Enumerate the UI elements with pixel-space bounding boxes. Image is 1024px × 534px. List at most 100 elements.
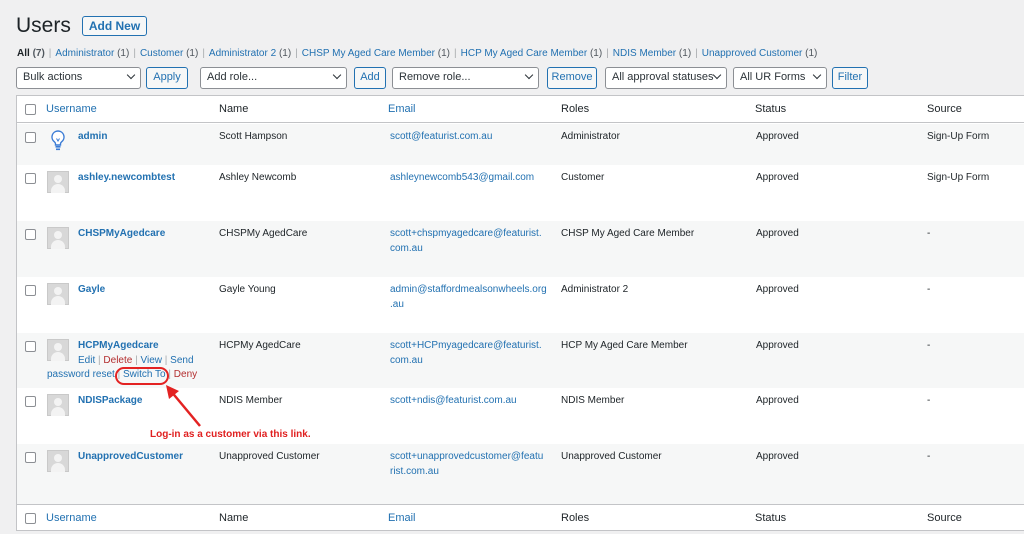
user-status: Approved <box>756 172 799 183</box>
username-link[interactable]: ashley.newcombtest <box>78 170 175 185</box>
chevron-down-icon <box>524 70 534 80</box>
add-new-button[interactable]: Add New <box>81 16 148 36</box>
user-role: Administrator <box>561 131 620 142</box>
username-link[interactable]: CHSPMyAgedcare <box>78 226 165 241</box>
user-source: - <box>927 228 931 239</box>
user-role: Customer <box>561 172 605 183</box>
user-source: Sign-Up Form <box>927 172 990 183</box>
add-role-select[interactable]: Add role... <box>200 67 347 89</box>
user-email-link[interactable]: ashleynewcomb543@gmail.com <box>390 170 555 185</box>
select-all-checkbox[interactable] <box>25 104 36 115</box>
send-password-reset-link[interactable]: Send <box>170 355 193 366</box>
username-link[interactable]: Gayle <box>78 282 105 297</box>
filter-label: Unapproved Customer <box>701 48 803 59</box>
table-row: Gayle Gayle Young admin@staffordmealsonwhe… <box>17 277 1024 333</box>
select-all-checkbox-footer[interactable] <box>25 513 36 524</box>
row-checkbox[interactable] <box>25 452 36 463</box>
user-email-link[interactable]: scott+ndis@featurist.com.au <box>390 393 555 408</box>
apply-button[interactable]: Apply <box>146 67 188 89</box>
filter-label: NDIS Member <box>612 48 677 59</box>
email-line: scott+HCPmyagedcare@featurist. <box>390 340 542 351</box>
username-link[interactable]: HCPMyAgedcare <box>78 338 159 353</box>
username-link[interactable]: NDISPackage <box>78 393 142 408</box>
lightbulb-icon <box>49 129 67 153</box>
row-checkbox[interactable] <box>25 396 36 407</box>
email-line: scott@featurist.com.au <box>390 131 493 142</box>
username-link[interactable]: admin <box>78 129 107 144</box>
row-checkbox[interactable] <box>25 229 36 240</box>
default-avatar-icon <box>47 171 69 193</box>
row-checkbox[interactable] <box>25 285 36 296</box>
approval-status-select[interactable]: All approval statuses <box>605 67 727 89</box>
user-status: Approved <box>756 131 799 142</box>
filter-link-all[interactable]: All (7) <box>17 48 45 59</box>
filter-label: Customer <box>139 48 184 59</box>
column-header-email[interactable]: Email <box>388 102 416 117</box>
chevron-down-icon <box>812 70 822 80</box>
user-role: Unapproved Customer <box>561 451 662 462</box>
table-row: admin Scott Hampson scott@featurist.com.au… <box>17 124 1024 165</box>
user-email-link[interactable]: admin@staffordmealsonwheels.org .au <box>390 282 555 312</box>
chevron-down-icon <box>712 70 722 80</box>
table-row: ashley.newcombtest Ashley Newcomb ashleyne… <box>17 165 1024 221</box>
filter-link-ndis-member[interactable]: NDIS Member (1) <box>613 48 691 59</box>
email-line: com.au <box>390 243 423 254</box>
row-checkbox[interactable] <box>25 173 36 184</box>
default-avatar-icon <box>47 227 69 249</box>
user-source: - <box>927 451 931 462</box>
view-link[interactable]: View <box>140 355 162 366</box>
filter-link-unapproved-customer[interactable]: Unapproved Customer (1) <box>702 48 818 59</box>
table-footer-row: Username Name Email Roles Status Source <box>17 504 1024 531</box>
ur-forms-select[interactable]: All UR Forms <box>733 67 827 89</box>
filter-button[interactable]: Filter <box>832 67 868 89</box>
column-header-name: Name <box>219 103 249 115</box>
bulk-actions-select[interactable]: Bulk actions <box>16 67 141 89</box>
filter-link-chsp-my-aged-care-member[interactable]: CHSP My Aged Care Member (1) <box>302 48 450 59</box>
column-header-source: Source <box>927 103 962 115</box>
column-footer-email[interactable]: Email <box>388 511 416 526</box>
user-full-name: CHSPMy AgedCare <box>219 228 308 239</box>
user-source: - <box>927 284 931 295</box>
user-email-link[interactable]: scott@featurist.com.au <box>390 129 555 144</box>
filter-label: Administrator 2 <box>208 48 277 59</box>
user-role: CHSP My Aged Care Member <box>561 228 695 239</box>
user-email-link[interactable]: scott+chspmyagedcare@featurist. com.au <box>390 226 555 256</box>
user-full-name: Ashley Newcomb <box>219 172 297 183</box>
row-checkbox[interactable] <box>25 132 36 143</box>
filter-link-customer[interactable]: Customer (1) <box>140 48 198 59</box>
user-role: HCP My Aged Care Member <box>561 340 688 351</box>
user-email-link[interactable]: scott+HCPmyagedcare@featurist. com.au <box>390 338 555 368</box>
filter-count: (1) <box>278 48 292 59</box>
filter-separator: | <box>606 48 609 59</box>
row-checkbox[interactable] <box>25 341 36 352</box>
password-reset-link[interactable]: password reset <box>47 369 115 380</box>
default-avatar-icon <box>47 450 69 472</box>
action-separator: | <box>135 355 138 366</box>
filter-link-hcp-my-aged-care-member[interactable]: HCP My Aged Care Member (1) <box>461 48 603 59</box>
add-role-button[interactable]: Add <box>354 67 386 89</box>
default-avatar-icon <box>47 339 69 361</box>
filter-separator: | <box>133 48 136 59</box>
user-email-link[interactable]: scott+unapprovedcustomer@featu rist.com.a… <box>390 449 555 479</box>
filter-label: HCP My Aged Care Member <box>460 48 588 59</box>
filter-link-administrator[interactable]: Administrator (1) <box>55 48 129 59</box>
column-header-username[interactable]: Username <box>46 102 97 117</box>
user-status: Approved <box>756 284 799 295</box>
deny-link[interactable]: Deny <box>174 369 197 380</box>
user-role: NDIS Member <box>561 395 625 406</box>
delete-link[interactable]: Delete <box>103 355 132 366</box>
edit-link[interactable]: Edit <box>78 355 95 366</box>
username-link[interactable]: UnapprovedCustomer <box>78 449 183 464</box>
column-footer-username[interactable]: Username <box>46 511 97 526</box>
remove-role-button[interactable]: Remove <box>547 67 597 89</box>
row-actions: Edit | Delete | View | Send <box>78 353 194 368</box>
filter-separator: | <box>695 48 698 59</box>
filter-link-administrator-2[interactable]: Administrator 2 (1) <box>209 48 291 59</box>
approval-status-value: All approval statuses <box>612 71 714 83</box>
email-line: rist.com.au <box>390 466 439 477</box>
add-role-value: Add role... <box>207 71 258 83</box>
filter-label: Administrator <box>55 48 115 59</box>
user-status: Approved <box>756 451 799 462</box>
table-row: CHSPMyAgedcare CHSPMy AgedCare scott+chspm… <box>17 221 1024 277</box>
remove-role-select[interactable]: Remove role... <box>392 67 539 89</box>
